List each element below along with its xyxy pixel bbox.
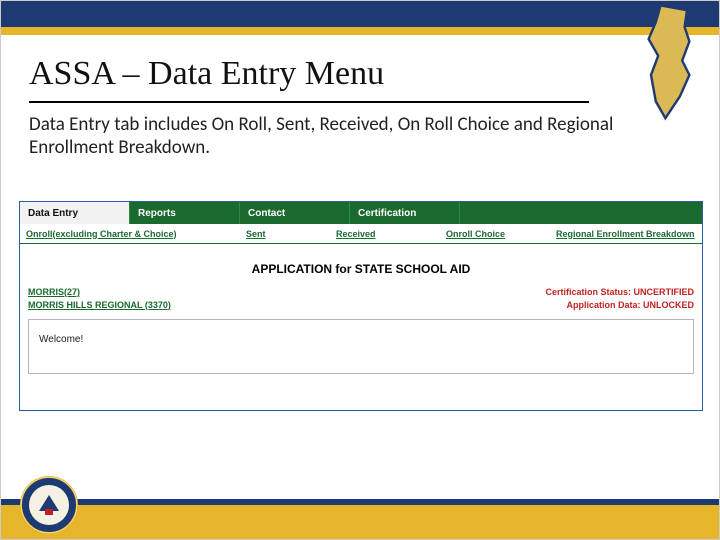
app-heading: APPLICATION for STATE SCHOOL AID (20, 262, 702, 276)
subnav-sent[interactable]: Sent (246, 229, 266, 239)
app-screenshot: Data Entry Reports Contact Certification… (19, 201, 703, 411)
subnav-regional[interactable]: Regional Enrollment Breakdown (556, 229, 695, 239)
header-bar (1, 1, 719, 27)
welcome-text: Welcome! (39, 334, 83, 345)
subnav: Onroll(excluding Charter & Choice) Sent … (20, 224, 702, 244)
tab-reports[interactable]: Reports (130, 202, 240, 224)
subnav-onroll[interactable]: Onroll(excluding Charter & Choice) (26, 229, 177, 239)
welcome-panel: Welcome! (28, 319, 694, 374)
lock-status: Application Data: UNLOCKED (545, 299, 694, 312)
tab-contact[interactable]: Contact (240, 202, 350, 224)
subnav-received[interactable]: Received (336, 229, 376, 239)
certification-status: Certification Status: UNCERTIFIED (545, 286, 694, 299)
breadcrumb-district[interactable]: MORRIS HILLS REGIONAL (3370) (28, 299, 171, 312)
tab-certification[interactable]: Certification (350, 202, 460, 224)
slide-description: Data Entry tab includes On Roll, Sent, R… (29, 113, 619, 159)
footer-bar (1, 505, 719, 539)
meta-row: MORRIS(27) MORRIS HILLS REGIONAL (3370) … (20, 286, 702, 315)
subnav-onroll-choice[interactable]: Onroll Choice (446, 229, 505, 239)
slide: ASSA – Data Entry Menu Data Entry tab in… (0, 0, 720, 540)
tab-data-entry[interactable]: Data Entry (20, 202, 130, 224)
slide-title: ASSA – Data Entry Menu (29, 49, 589, 103)
main-tabs: Data Entry Reports Contact Certification (20, 202, 702, 224)
breadcrumb-county[interactable]: MORRIS(27) (28, 286, 171, 299)
breadcrumb: MORRIS(27) MORRIS HILLS REGIONAL (3370) (28, 286, 171, 311)
tabs-filler (460, 202, 702, 224)
nj-state-silhouette-icon (637, 3, 701, 133)
nj-doe-seal-icon (19, 475, 79, 535)
status-block: Certification Status: UNCERTIFIED Applic… (545, 286, 694, 311)
